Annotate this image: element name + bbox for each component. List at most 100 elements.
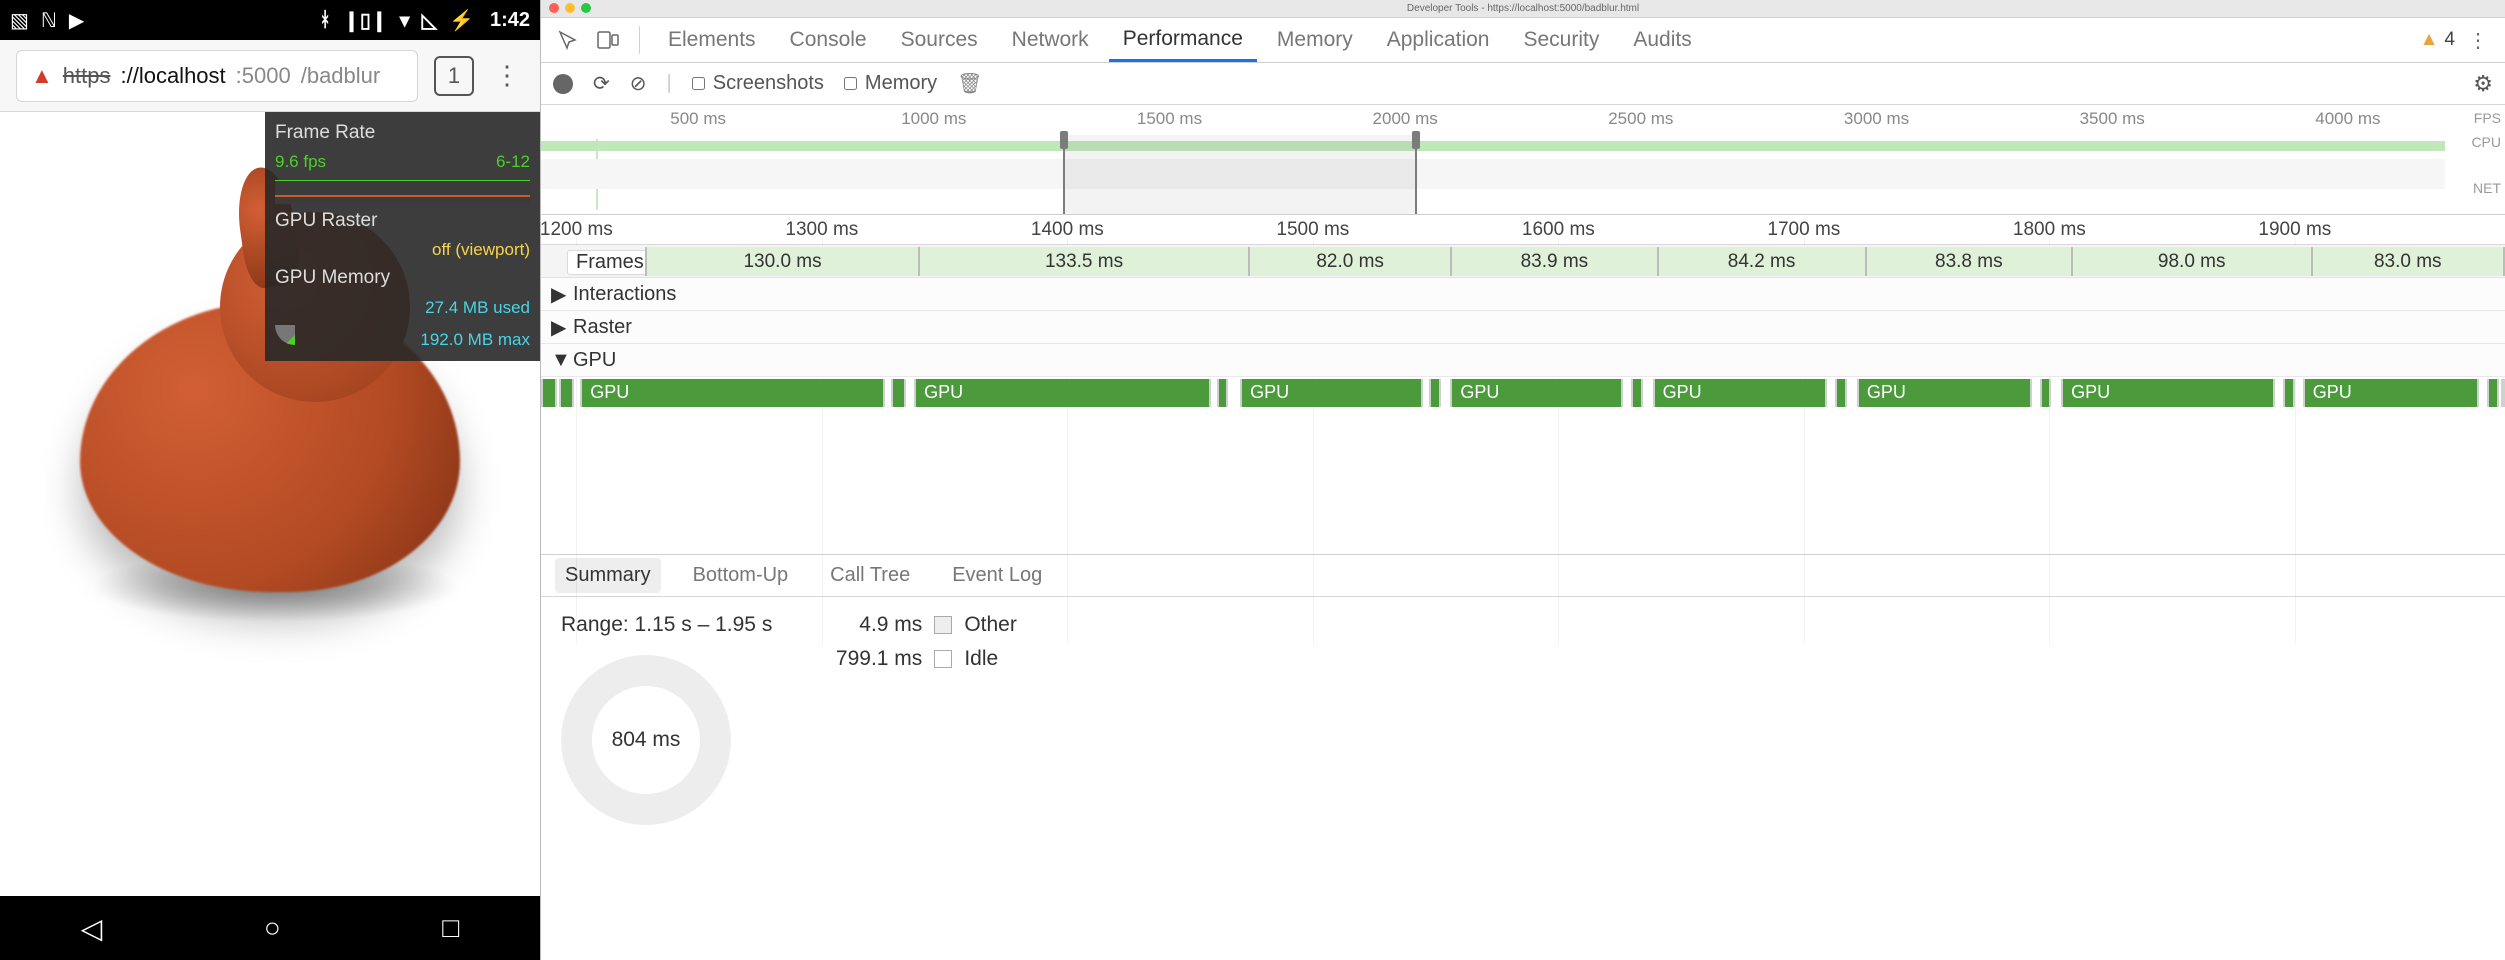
summary-body: Range: 1.15 s – 1.95 s 804 ms 4.9 msOthe… (541, 597, 2505, 960)
overview-tick: 3500 ms (2080, 109, 2145, 129)
warnings-count: 4 (2444, 29, 2455, 51)
tab-sources[interactable]: Sources (887, 18, 992, 62)
perf-toolbar: ⟳ ⊘ | Screenshots Memory 🗑 ⚙ (541, 63, 2505, 105)
flame-chart[interactable]: 1200 ms1300 ms1400 ms1500 ms1600 ms1700 … (541, 215, 2505, 960)
gpu-sliver[interactable] (1631, 379, 1643, 407)
inspect-element-icon[interactable] (551, 23, 585, 57)
close-window-icon[interactable] (549, 3, 559, 13)
gpu-sliver[interactable] (541, 379, 557, 407)
devtools-tab-strip: ElementsConsoleSourcesNetworkPerformance… (541, 18, 2505, 63)
screenshots-toggle[interactable]: Screenshots (692, 72, 824, 95)
gpu-sliver[interactable] (2283, 379, 2295, 407)
gpu-sliver[interactable] (2040, 379, 2052, 407)
summary-tab-call-tree[interactable]: Call Tree (820, 558, 920, 593)
overview-tick: 3000 ms (1844, 109, 1909, 129)
tab-switcher[interactable]: 1 (434, 56, 474, 96)
frame-segment[interactable]: 84.2 ms (1659, 247, 1867, 276)
gpu-segment[interactable]: GPU (1450, 379, 1623, 407)
screenshots-label: Screenshots (713, 72, 824, 95)
gpu-sliver[interactable] (1429, 379, 1441, 407)
url-box[interactable]: ▲ https://localhost:5000/badblur (16, 50, 418, 102)
expand-icon[interactable]: ▶ (551, 282, 565, 307)
play-icon: ▶ (69, 8, 84, 33)
summary-tab-strip: Summary Bottom-Up Call Tree Event Log (541, 555, 2505, 597)
gpu-sliver[interactable] (891, 379, 907, 407)
gpu-segment[interactable]: GPU (1653, 379, 1828, 407)
gpu-segment[interactable]: GPU (2303, 379, 2480, 407)
gpu-sliver[interactable] (1217, 379, 1229, 407)
record-button[interactable] (553, 74, 573, 94)
tab-memory[interactable]: Memory (1263, 18, 1367, 62)
hud-frame-rate-label: Frame Rate (275, 118, 375, 148)
tab-elements[interactable]: Elements (654, 18, 770, 62)
expand-icon[interactable]: ▶ (551, 315, 565, 340)
gpu-segment[interactable]: GPU (914, 379, 1211, 407)
raster-row[interactable]: ▶ Raster (541, 311, 2505, 344)
tab-performance[interactable]: Performance (1109, 18, 1257, 62)
gpu-segment[interactable]: GPU (2061, 379, 2275, 407)
minimize-window-icon[interactable] (565, 3, 575, 13)
selection-handle-left[interactable] (1060, 131, 1068, 149)
gpu-sliver[interactable] (2501, 379, 2505, 407)
time-donut: 804 ms (561, 655, 731, 825)
clear-button[interactable]: ⊘ (630, 71, 647, 96)
vibrate-icon: ❙▯❙ (343, 8, 388, 33)
gpu-sliver[interactable] (559, 379, 575, 407)
frame-segment[interactable]: 133.5 ms (920, 247, 1250, 276)
frame-segment[interactable]: 83.8 ms (1867, 247, 2073, 276)
url-proto: https (63, 63, 111, 89)
flame-rows: Frames 130.0 ms133.5 ms82.0 ms83.9 ms84.… (541, 245, 2505, 555)
back-icon[interactable]: ◁ (81, 912, 103, 945)
overview-selection[interactable] (1063, 135, 1417, 214)
devtools-titlebar: Developer Tools - https://localhost:5000… (541, 0, 2505, 18)
summary-tab-event-log[interactable]: Event Log (942, 558, 1052, 593)
frames-track[interactable]: Frames 130.0 ms133.5 ms82.0 ms83.9 ms84.… (541, 245, 2505, 278)
recents-icon[interactable]: □ (442, 912, 459, 944)
tab-console[interactable]: Console (776, 18, 881, 62)
gpu-track[interactable]: GPU GPU GPU GPU GPU GPU GPU GPU (541, 377, 2505, 411)
devtools-menu-icon[interactable]: ⋮ (2461, 23, 2495, 57)
frame-segment[interactable]: 98.0 ms (2073, 247, 2313, 276)
reload-button[interactable]: ⟳ (593, 71, 610, 96)
frame-segment[interactable]: 130.0 ms (645, 247, 920, 276)
gpu-sliver[interactable] (1835, 379, 1847, 407)
tab-network[interactable]: Network (998, 18, 1103, 62)
cell-off-icon: ◺ (422, 8, 437, 33)
overview-tick: 2500 ms (1608, 109, 1673, 129)
collapse-icon[interactable]: ▼ (551, 349, 565, 372)
gpu-segment[interactable]: GPU (580, 379, 884, 407)
range-label: Range: 1.15 s – 1.95 s (561, 613, 772, 637)
trash-button[interactable]: 🗑 (957, 71, 982, 96)
capture-settings-icon[interactable]: ⚙ (2473, 71, 2493, 97)
frame-segment[interactable]: 82.0 ms (1250, 247, 1452, 276)
legend-row: 4.9 msOther (812, 613, 1017, 637)
frame-segment[interactable]: 83.0 ms (2313, 247, 2505, 276)
memory-toggle[interactable]: Memory (844, 72, 937, 95)
clock: 1:42 (490, 9, 530, 32)
gpu-row[interactable]: ▼ GPU (541, 344, 2505, 377)
tab-application[interactable]: Application (1373, 18, 1504, 62)
wifi-icon: ▾ (400, 8, 410, 33)
nfc-icon: ℕ (41, 8, 57, 33)
donut-total: 804 ms (612, 728, 681, 752)
timeline-overview[interactable]: 500 ms1000 ms1500 ms2000 ms2500 ms3000 m… (541, 105, 2505, 215)
gpu-segment[interactable]: GPU (1240, 379, 1423, 407)
summary-tab-bottom-up[interactable]: Bottom-Up (683, 558, 799, 593)
zoom-window-icon[interactable] (581, 3, 591, 13)
battery-charging-icon: ⚡ (449, 8, 474, 33)
chrome-menu-icon[interactable]: ⋮ (490, 60, 524, 91)
gpu-segment[interactable]: GPU (1857, 379, 2032, 407)
gpu-sliver[interactable] (2487, 379, 2499, 407)
warnings-chip[interactable]: ▲ 4 (2420, 29, 2455, 51)
tab-audits[interactable]: Audits (1619, 18, 1705, 62)
warning-icon: ▲ (2420, 29, 2439, 51)
summary-tab-summary[interactable]: Summary (555, 558, 661, 593)
image-icon: ▧ (10, 8, 29, 33)
home-icon[interactable]: ○ (264, 912, 281, 944)
tab-security[interactable]: Security (1509, 18, 1613, 62)
interactions-row[interactable]: ▶ Interactions (541, 278, 2505, 311)
hud-mem-used: 27.4 MB used (425, 294, 530, 321)
frame-segment[interactable]: 83.9 ms (1452, 247, 1658, 276)
device-toolbar-icon[interactable] (591, 23, 625, 57)
selection-handle-right[interactable] (1412, 131, 1420, 149)
